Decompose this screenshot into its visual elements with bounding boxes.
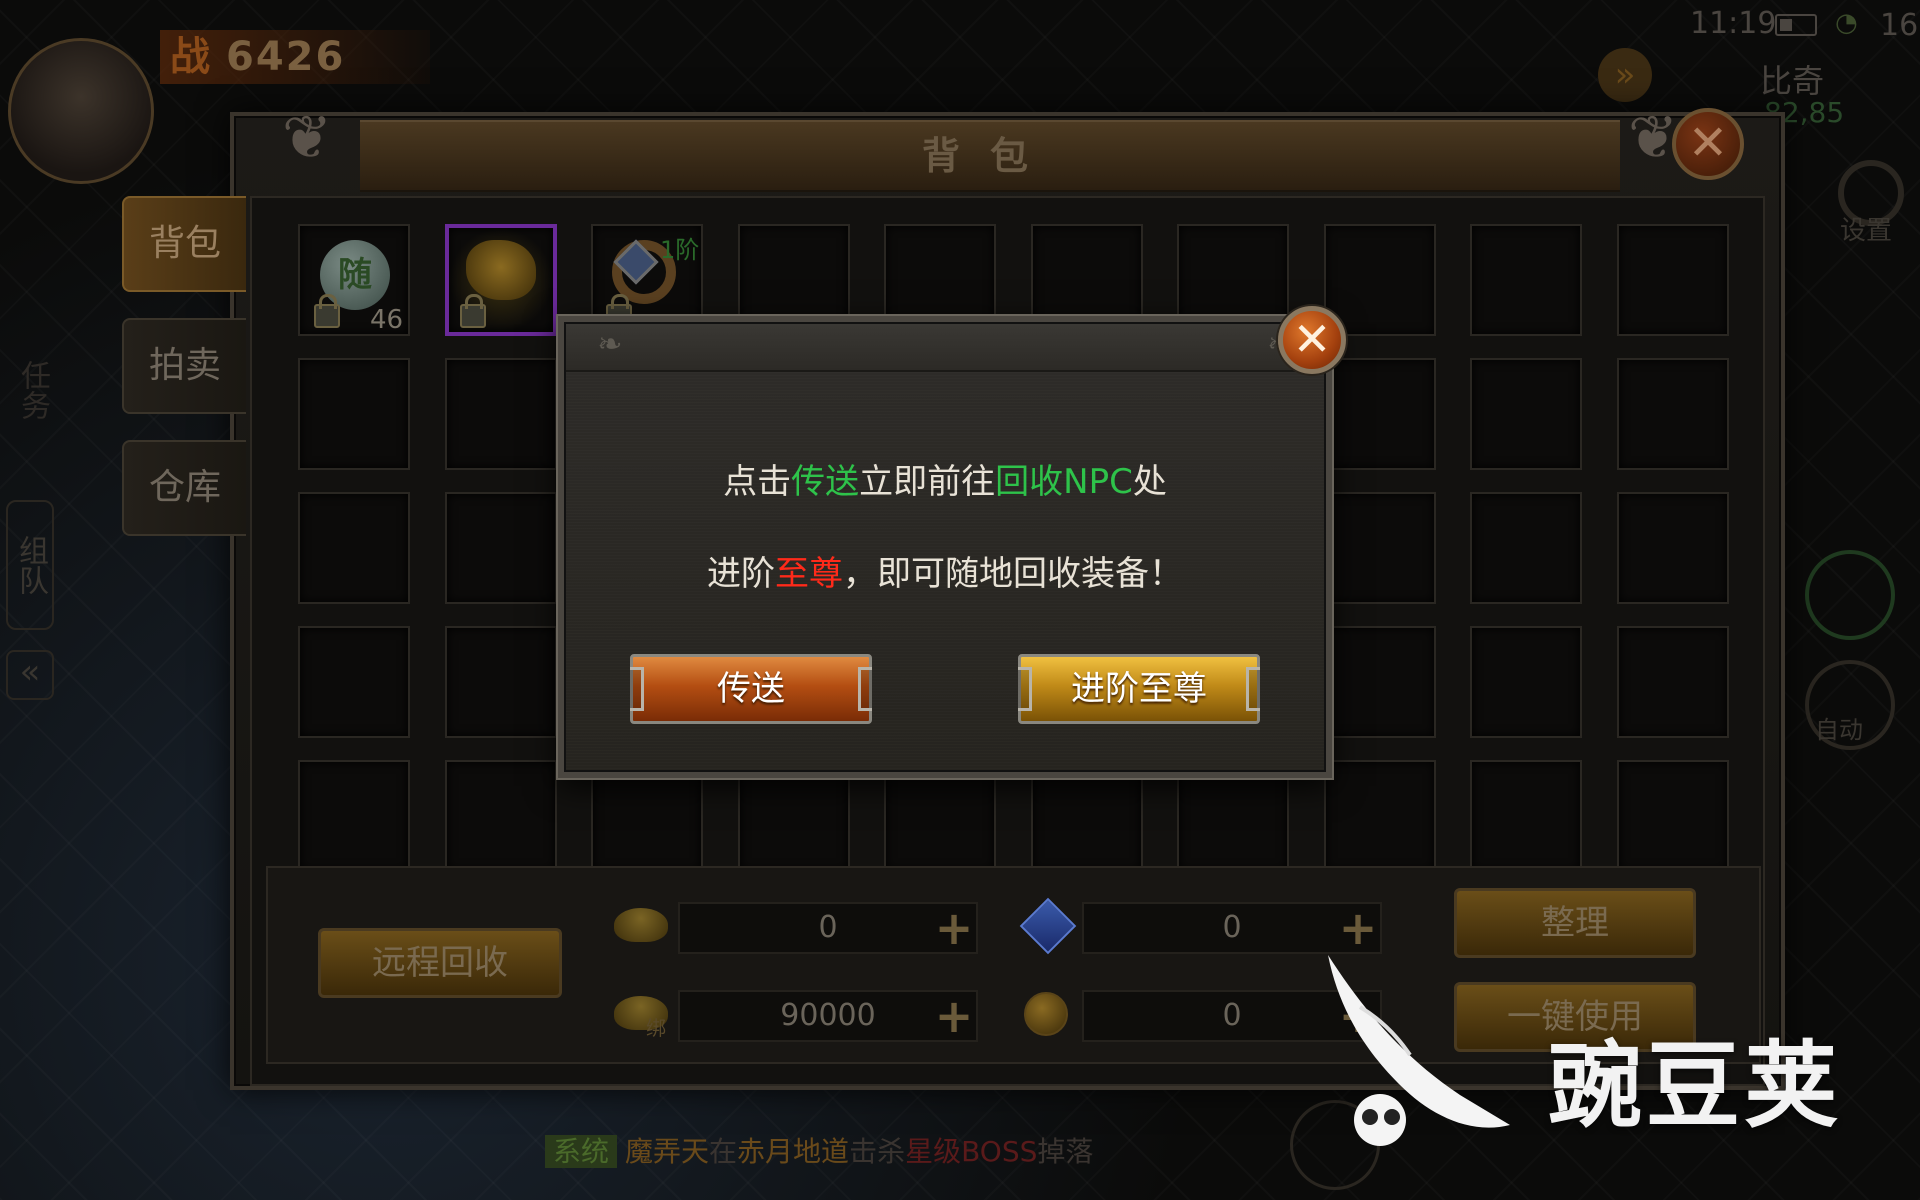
wandoujia-logo-icon xyxy=(1328,955,1510,1146)
collapse-chevron-icon[interactable]: « xyxy=(6,650,54,700)
fast-forward-icon[interactable]: » xyxy=(1598,48,1652,102)
chat-location: 赤月地道 xyxy=(737,1135,850,1168)
clock: 11:19 xyxy=(1690,6,1777,41)
dialog-message-line2: 进阶至尊，即可随地回收装备！ xyxy=(707,554,1183,594)
inventory-slot[interactable] xyxy=(1470,760,1582,872)
tab-auction[interactable]: 拍卖 xyxy=(122,318,246,414)
inventory-slot[interactable] xyxy=(1470,358,1582,470)
npc-highlight: 回收NPC xyxy=(995,462,1133,502)
bound-tag: 绑 xyxy=(646,1016,666,1040)
settings-label: 设置 xyxy=(1840,216,1893,246)
battery-icon xyxy=(1775,14,1817,36)
inventory-slot[interactable] xyxy=(298,492,410,604)
gold-ingot-icon xyxy=(614,908,668,942)
inventory-slot[interactable] xyxy=(1617,760,1729,872)
item-tier: 1阶 xyxy=(660,236,700,264)
add-gold-ingot-button[interactable]: + xyxy=(934,905,974,951)
dialog-ornament-left: ❧ xyxy=(597,327,623,362)
teleport-button[interactable]: 传送 xyxy=(630,654,872,724)
tab-warehouse[interactable]: 仓库 xyxy=(122,440,246,536)
chat-boss: 星级BOSS xyxy=(905,1135,1038,1168)
chat-channel: 系统 xyxy=(545,1135,618,1168)
inventory-slot[interactable] xyxy=(298,358,410,470)
inventory-slot[interactable] xyxy=(1617,224,1729,336)
dialog-message-line1: 点击传送立即前往回收NPC处 xyxy=(723,462,1167,502)
teleport-highlight: 传送 xyxy=(791,462,860,502)
auto-label: 自动 xyxy=(1815,716,1863,744)
inventory-slot[interactable] xyxy=(298,626,410,738)
watermark-text: 豌豆荚 xyxy=(1548,1032,1843,1141)
backpack-title: 背包 xyxy=(921,134,1058,178)
tab-backpack[interactable]: 背包 xyxy=(122,196,246,292)
combat-power: 战 6426 xyxy=(160,30,430,84)
inventory-slot[interactable] xyxy=(1324,626,1436,738)
gold-beast-icon xyxy=(466,240,536,300)
system-chat-line: 系统 魔弄天在赤月地道击杀星级BOSS掉落 xyxy=(545,1130,1093,1170)
inventory-slot[interactable] xyxy=(298,760,410,872)
inventory-slot[interactable] xyxy=(445,492,557,604)
dialog-close-button[interactable]: ✕ xyxy=(1278,306,1346,374)
chat-text-1: 在 xyxy=(709,1135,738,1168)
wifi-icon: ◔ xyxy=(1835,8,1858,38)
supreme-highlight: 至尊 xyxy=(775,554,843,594)
inventory-slot[interactable] xyxy=(1470,492,1582,604)
inventory-slot[interactable] xyxy=(1617,358,1729,470)
upgrade-supreme-button[interactable]: 进阶至尊 xyxy=(1018,654,1260,724)
remote-recycle-button[interactable]: 远程回收 xyxy=(318,928,562,998)
player-avatar[interactable] xyxy=(8,38,154,184)
chat-text-3: 掉落 xyxy=(1037,1135,1094,1168)
bound-gold-amount: 90000 xyxy=(678,990,978,1042)
inventory-slot[interactable] xyxy=(1617,492,1729,604)
lock-icon xyxy=(460,294,486,328)
lock-icon xyxy=(314,294,340,328)
skill-button[interactable] xyxy=(1805,550,1895,640)
dialog-header xyxy=(566,324,1324,372)
inventory-slot[interactable] xyxy=(1617,626,1729,738)
backpack-close-button[interactable]: ✕ xyxy=(1672,108,1744,180)
task-tab[interactable]: 任务 xyxy=(10,360,54,420)
inventory-slot[interactable] xyxy=(445,358,557,470)
inventory-slot[interactable] xyxy=(1324,358,1436,470)
inventory-slot[interactable] xyxy=(1324,224,1436,336)
inventory-slot[interactable] xyxy=(1324,492,1436,604)
chat-player: 魔弄天 xyxy=(625,1135,710,1168)
team-tab[interactable]: 组队 xyxy=(6,500,54,630)
inventory-slot[interactable] xyxy=(1470,224,1582,336)
gold-ingot-amount: 0 xyxy=(678,902,978,954)
coin-icon xyxy=(1024,992,1068,1036)
inventory-slot[interactable] xyxy=(1324,760,1436,872)
signal-number: 166 xyxy=(1880,8,1920,43)
inventory-slot[interactable] xyxy=(445,626,557,738)
add-bound-gold-button[interactable]: + xyxy=(934,993,974,1039)
item-count: 46 xyxy=(370,305,404,335)
chat-text-2: 击杀 xyxy=(849,1135,906,1168)
inventory-slot[interactable] xyxy=(445,760,557,872)
add-diamond-button[interactable]: + xyxy=(1338,905,1378,951)
inventory-slot[interactable] xyxy=(1470,626,1582,738)
